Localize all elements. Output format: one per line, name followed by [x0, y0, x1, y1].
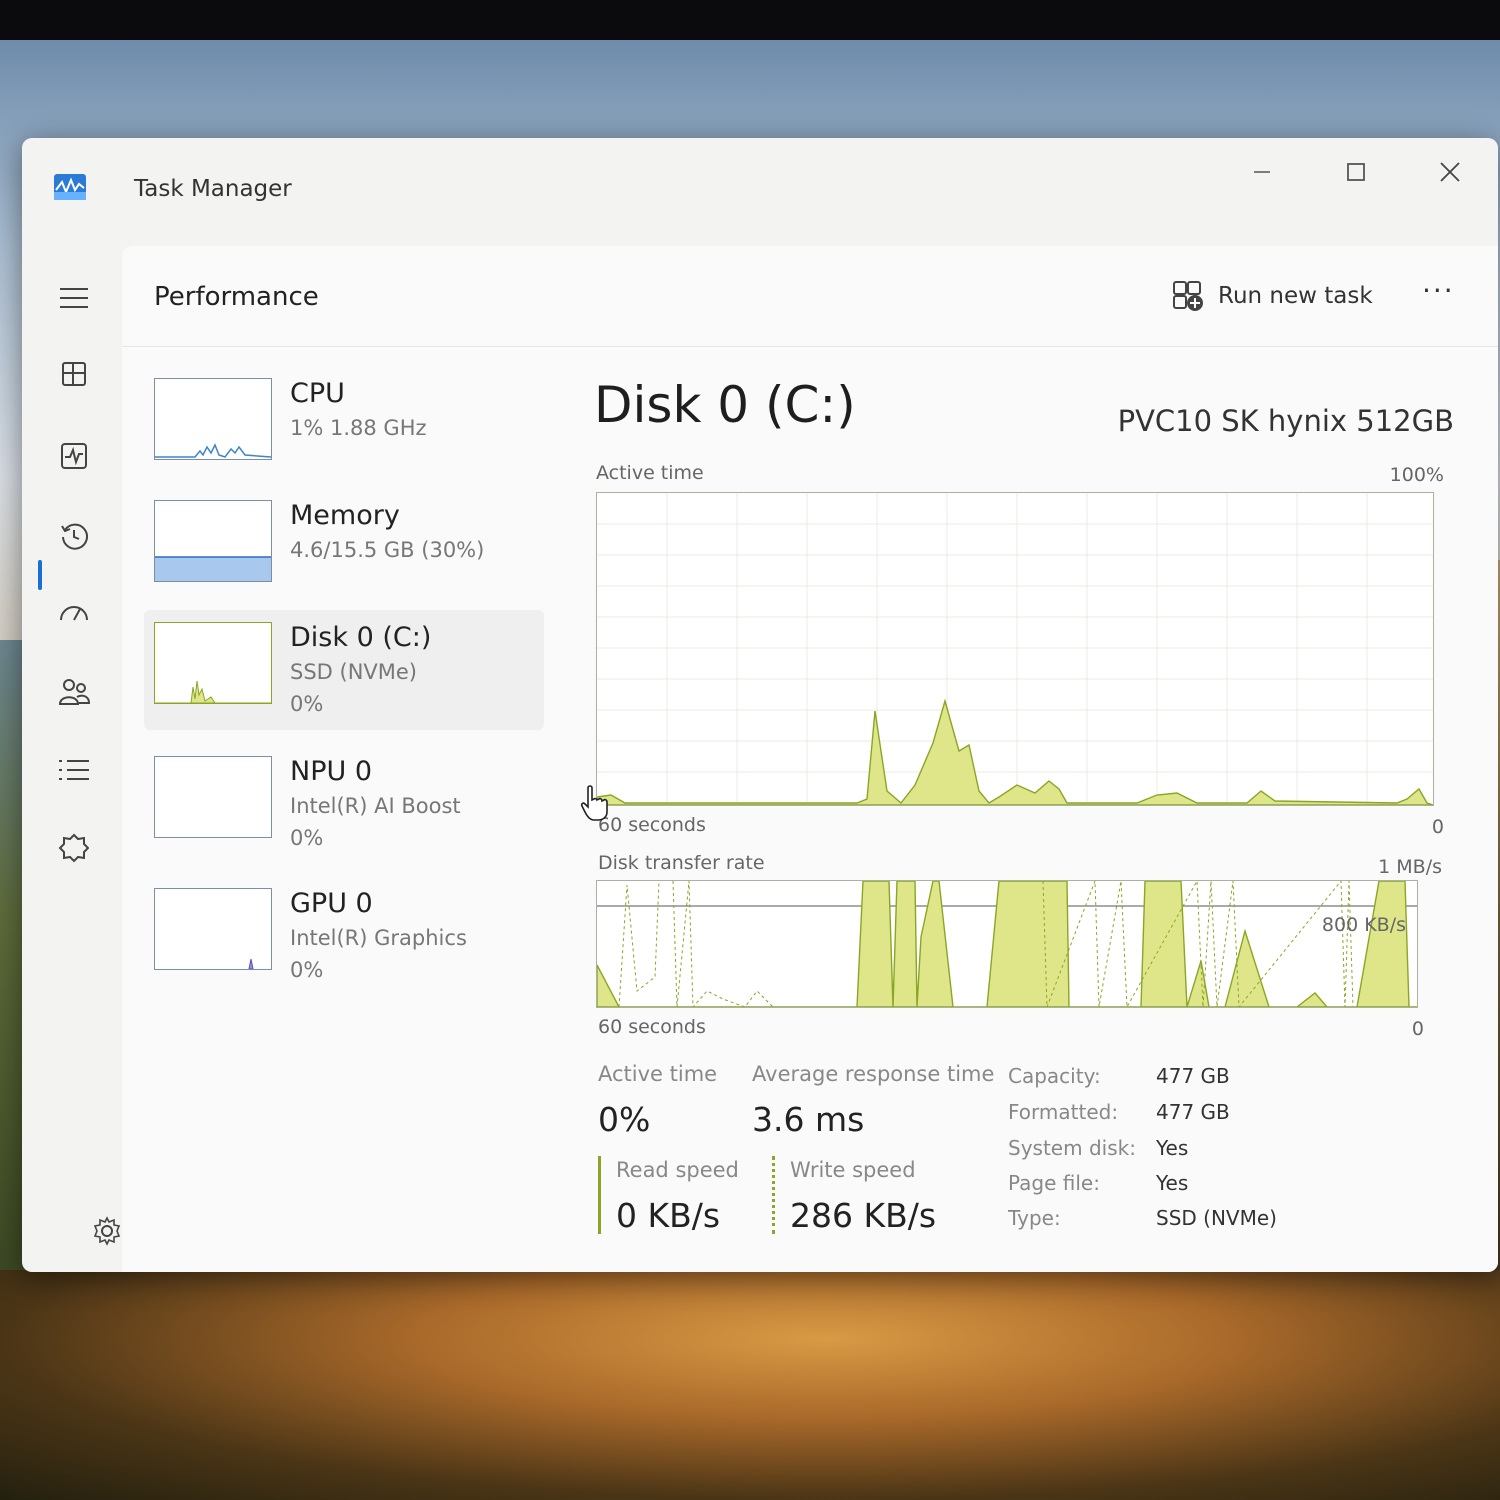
nav-details[interactable]	[52, 748, 96, 792]
title-bar[interactable]: Task Manager	[22, 138, 1498, 238]
close-button[interactable]	[1420, 154, 1480, 190]
read-speed-indicator	[598, 1156, 601, 1234]
active-time-graph-label: Active time	[596, 462, 704, 484]
transfer-rate-graph-span: 60 seconds	[598, 1016, 706, 1038]
formatted-label: Formatted:	[1008, 1100, 1119, 1124]
page-file-label: Page file:	[1008, 1171, 1100, 1195]
write-speed-label: Write speed	[790, 1158, 916, 1182]
run-new-task-button[interactable]: Run new task	[1172, 280, 1373, 312]
device-name: GPU 0	[290, 888, 373, 919]
active-time-graph-max: 100%	[1389, 464, 1444, 486]
capacity-label: Capacity:	[1008, 1064, 1101, 1088]
device-npu-0[interactable]: NPU 0 Intel(R) AI Boost 0%	[144, 744, 544, 864]
page-file-value: Yes	[1156, 1171, 1189, 1195]
wallpaper-cliff	[0, 1270, 1500, 1500]
write-speed-value: 286 KB/s	[790, 1196, 937, 1235]
transfer-rate-graph-frame: 800 KB/s	[596, 880, 1418, 1008]
capacity-value: 477 GB	[1156, 1064, 1230, 1088]
nav-services[interactable]	[52, 826, 96, 870]
formatted-value: 477 GB	[1156, 1100, 1230, 1124]
device-gpu-0[interactable]: GPU 0 Intel(R) Graphics 0%	[144, 876, 544, 996]
active-time-graph	[596, 492, 1434, 806]
device-usage: 4.6/15.5 GB (30%)	[290, 538, 485, 562]
device-name: NPU 0	[290, 756, 373, 787]
nav-active-indicator	[38, 560, 42, 590]
active-time-graph-span: 60 seconds	[598, 814, 706, 836]
device-type: SSD (NVMe)	[290, 660, 418, 684]
transfer-rate-graph-max: 1 MB/s	[1378, 856, 1442, 878]
maximize-button[interactable]	[1326, 154, 1386, 190]
npu-thumbnail-graph	[154, 756, 272, 838]
hand-cursor-icon	[580, 785, 608, 821]
disk-thumbnail-graph	[154, 622, 272, 704]
processes-icon	[62, 362, 86, 386]
active-time-label: Active time	[598, 1062, 718, 1086]
run-task-icon	[1173, 281, 1203, 311]
transfer-rate-graph-label: Disk transfer rate	[598, 852, 765, 874]
nav-rail	[22, 258, 122, 1268]
transfer-rate-graph	[596, 880, 1418, 1008]
type-value: SSD (NVMe)	[1156, 1206, 1277, 1230]
window-title: Task Manager	[134, 176, 292, 202]
more-options-button[interactable]: ···	[1422, 274, 1455, 307]
disk-detail-panel: Disk 0 (C:) PVC10 SK hynix 512GB Active …	[594, 366, 1454, 1266]
device-model: Intel(R) AI Boost	[290, 794, 461, 818]
device-name: Disk 0 (C:)	[290, 622, 432, 653]
transfer-rate-graph-min: 0	[1411, 1018, 1424, 1040]
nav-app-history[interactable]	[52, 514, 96, 558]
write-speed-indicator	[772, 1156, 775, 1234]
details-icon	[59, 760, 89, 780]
device-usage: 1% 1.88 GHz	[290, 416, 427, 440]
page-header: Performance Run new task ···	[122, 246, 1498, 347]
app-history-icon	[61, 523, 88, 550]
task-manager-window: Task Manager Performance Run new task ··…	[22, 138, 1498, 1272]
nav-performance[interactable]	[52, 434, 96, 478]
settings-icon	[93, 1216, 121, 1246]
monitor-bezel	[0, 0, 1500, 40]
performance-icon	[61, 443, 87, 469]
users-icon	[58, 679, 90, 705]
system-disk-label: System disk:	[1008, 1136, 1136, 1160]
system-disk-value: Yes	[1156, 1136, 1189, 1160]
services-icon	[59, 833, 89, 863]
nav-startup-apps[interactable]	[52, 592, 96, 636]
active-time-value: 0%	[598, 1100, 651, 1139]
nav-users[interactable]	[52, 670, 96, 714]
device-usage: 0%	[290, 958, 324, 982]
maximize-icon	[1347, 163, 1365, 181]
device-model: Intel(R) Graphics	[290, 926, 467, 950]
minimize-icon	[1254, 171, 1270, 173]
device-disk-0[interactable]: Disk 0 (C:) SSD (NVMe) 0%	[144, 610, 544, 730]
page-title: Performance	[154, 282, 319, 312]
avg-response-label: Average response time	[752, 1062, 995, 1086]
minimize-button[interactable]	[1232, 154, 1292, 190]
startup-apps-icon	[60, 606, 88, 621]
memory-thumbnail-graph	[154, 500, 272, 582]
type-label: Type:	[1008, 1206, 1061, 1230]
device-cpu[interactable]: CPU 1% 1.88 GHz	[144, 366, 544, 486]
task-manager-app-icon	[54, 174, 86, 200]
read-speed-value: 0 KB/s	[616, 1196, 721, 1235]
transfer-rate-graph-mid: 800 KB/s	[1321, 914, 1406, 936]
device-name: Memory	[290, 500, 400, 531]
device-memory[interactable]: Memory 4.6/15.5 GB (30%)	[144, 488, 544, 608]
hamburger-menu-button[interactable]	[52, 276, 96, 320]
menu-icon	[60, 288, 88, 308]
nav-processes[interactable]	[52, 352, 96, 396]
active-time-graph-min: 0	[1431, 816, 1444, 838]
avg-response-value: 3.6 ms	[752, 1100, 865, 1139]
read-speed-label: Read speed	[616, 1158, 739, 1182]
device-usage: 0%	[290, 692, 324, 716]
device-usage: 0%	[290, 826, 324, 850]
disk-model: PVC10 SK hynix 512GB	[1117, 404, 1454, 438]
gpu-thumbnail-graph	[154, 888, 272, 970]
run-task-label: Run new task	[1218, 283, 1373, 309]
close-icon	[1440, 162, 1460, 182]
disk-title: Disk 0 (C:)	[594, 376, 856, 434]
settings-button[interactable]	[92, 1216, 122, 1250]
device-name: CPU	[290, 378, 345, 409]
content-pane: Performance Run new task ··· CPU 1% 1.88…	[122, 246, 1498, 1272]
cpu-thumbnail-graph	[154, 378, 272, 460]
